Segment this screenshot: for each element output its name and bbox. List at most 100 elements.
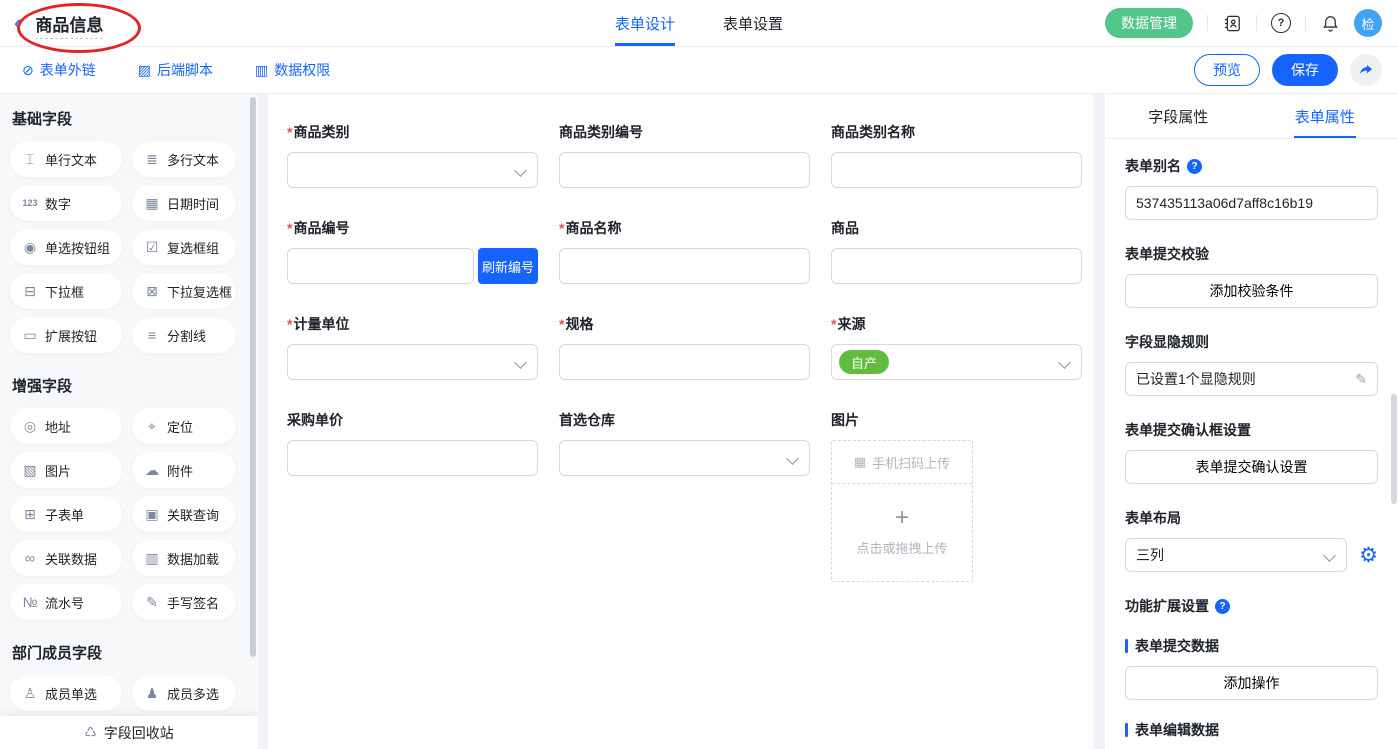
number-icon: 123 bbox=[22, 198, 38, 208]
field-label: 采购单价 bbox=[287, 410, 538, 430]
help-icon[interactable]: ? bbox=[1215, 599, 1230, 614]
address-icon: ◎ bbox=[22, 418, 38, 435]
section-title-basic: 基础字段 bbox=[12, 108, 246, 129]
warehouse-select[interactable] bbox=[559, 440, 810, 476]
source-tag[interactable]: 自产 bbox=[839, 350, 889, 374]
tab-form-properties[interactable]: 表单属性 bbox=[1252, 94, 1398, 138]
form-alias-label: 表单别名 ? bbox=[1125, 156, 1378, 176]
panel-scrollbar[interactable] bbox=[1391, 394, 1397, 504]
share-button[interactable] bbox=[1350, 54, 1382, 86]
data-load-icon: ▥ bbox=[144, 550, 160, 567]
field-recycle-bin[interactable]: ♺ 字段回收站 bbox=[0, 716, 258, 749]
form-canvas[interactable]: 商品类别 商品类别编号 商品类别名称 商品编号 刷新编号 商品名称 bbox=[268, 94, 1093, 749]
category-code-input[interactable] bbox=[559, 152, 810, 188]
sidebar-scrollbar[interactable] bbox=[250, 97, 256, 657]
user-avatar[interactable]: 检 bbox=[1354, 9, 1382, 37]
image-icon: ▧ bbox=[22, 462, 38, 479]
canvas-field-unit: 计量单位 bbox=[287, 314, 538, 380]
form-external-link[interactable]: ⊘ 表单外链 bbox=[22, 60, 96, 80]
form-title-wrap: 商品信息 bbox=[29, 9, 109, 38]
field-type-attachment[interactable]: ☁附件 bbox=[132, 452, 236, 488]
link-icon: ⊘ bbox=[22, 62, 34, 79]
attachment-icon: ☁ bbox=[144, 462, 160, 479]
preview-button[interactable]: 预览 bbox=[1194, 54, 1260, 86]
unit-select[interactable] bbox=[287, 344, 538, 380]
field-type-linked-data[interactable]: ∞关联数据 bbox=[10, 540, 122, 576]
header-tabs: 表单设计 表单设置 bbox=[615, 0, 783, 46]
field-type-single-line-text[interactable]: ⌶单行文本 bbox=[10, 141, 122, 177]
visibility-rule-box[interactable]: 已设置1个显隐规则 ✎ bbox=[1125, 362, 1378, 396]
multi-dropdown-icon: ⊠ bbox=[144, 283, 160, 300]
tab-form-settings[interactable]: 表单设置 bbox=[723, 0, 783, 46]
field-type-multi-line-text[interactable]: ≣多行文本 bbox=[132, 141, 236, 177]
scan-upload-button[interactable]: ▦ 手机扫码上传 bbox=[832, 441, 972, 484]
submit-data-label: 表单提交数据 bbox=[1125, 636, 1378, 656]
field-type-multi-dropdown[interactable]: ⊠下拉复选框 bbox=[132, 273, 236, 309]
back-icon[interactable]: ‹ bbox=[14, 12, 21, 34]
member-multi-icon: ♟ bbox=[144, 685, 160, 702]
canvas-field-purchase-price: 采购单价 bbox=[287, 410, 538, 582]
field-type-data-load[interactable]: ▥数据加载 bbox=[132, 540, 236, 576]
field-type-serial-number[interactable]: №流水号 bbox=[10, 584, 122, 620]
field-type-address[interactable]: ◎地址 bbox=[10, 408, 122, 444]
refresh-code-button[interactable]: 刷新编号 bbox=[478, 248, 538, 284]
tab-form-design[interactable]: 表单设计 bbox=[615, 0, 675, 46]
submit-confirm-button[interactable]: 表单提交确认设置 bbox=[1125, 450, 1378, 484]
drag-upload-button[interactable]: + 点击或拖拽上传 bbox=[832, 484, 972, 581]
add-check-condition-button[interactable]: 添加校验条件 bbox=[1125, 274, 1378, 308]
tab-field-properties[interactable]: 字段属性 bbox=[1105, 94, 1252, 138]
contacts-icon[interactable] bbox=[1222, 13, 1242, 33]
spec-input[interactable] bbox=[559, 344, 810, 380]
field-type-radio-group[interactable]: ◉单选按钮组 bbox=[10, 229, 122, 265]
edit-data-label: 表单编辑数据 bbox=[1125, 720, 1378, 740]
share-icon bbox=[1358, 62, 1374, 78]
field-type-subform[interactable]: ⊞子表单 bbox=[10, 496, 122, 532]
field-type-dropdown[interactable]: ⊟下拉框 bbox=[10, 273, 122, 309]
page-title[interactable]: 商品信息 bbox=[35, 16, 103, 39]
field-label: 商品名称 bbox=[559, 218, 810, 238]
product-input[interactable] bbox=[831, 248, 1082, 284]
help-icon[interactable]: ? bbox=[1271, 13, 1291, 33]
backend-script-link[interactable]: ▨ 后端脚本 bbox=[138, 60, 213, 80]
field-type-signature[interactable]: ✎手写签名 bbox=[132, 584, 236, 620]
submit-data-add-button[interactable]: 添加操作 bbox=[1125, 666, 1378, 700]
category-name-input[interactable] bbox=[831, 152, 1082, 188]
field-type-location[interactable]: ⌖定位 bbox=[132, 408, 236, 444]
data-permission-link[interactable]: ▥ 数据权限 bbox=[255, 60, 330, 80]
gear-icon[interactable]: ⚙ bbox=[1359, 545, 1378, 566]
field-label: 计量单位 bbox=[287, 314, 538, 334]
field-type-divider[interactable]: ≡分割线 bbox=[132, 317, 236, 353]
field-type-datetime[interactable]: ▦日期时间 bbox=[132, 185, 236, 221]
field-type-member-single[interactable]: ♙成员单选 bbox=[10, 675, 122, 711]
plus-icon: + bbox=[895, 508, 909, 528]
gutter bbox=[1093, 94, 1105, 749]
bell-icon[interactable] bbox=[1320, 13, 1340, 33]
canvas-field-spec: 规格 bbox=[559, 314, 810, 380]
field-type-linked-query[interactable]: ▣关联查询 bbox=[132, 496, 236, 532]
canvas-field-warehouse: 首选仓库 bbox=[559, 410, 810, 582]
save-button[interactable]: 保存 bbox=[1272, 54, 1338, 86]
field-type-extend-button[interactable]: ▭扩展按钮 bbox=[10, 317, 122, 353]
section-title-members: 部门成员字段 bbox=[12, 642, 246, 663]
help-icon[interactable]: ? bbox=[1187, 159, 1202, 174]
field-label: 首选仓库 bbox=[559, 410, 810, 430]
source-select[interactable]: 自产 bbox=[831, 344, 1082, 380]
product-name-input[interactable] bbox=[559, 248, 810, 284]
chevron-down-icon bbox=[514, 164, 527, 177]
data-manage-button[interactable]: 数据管理 bbox=[1105, 8, 1193, 38]
field-type-member-multi[interactable]: ♟成员多选 bbox=[132, 675, 236, 711]
dropdown-icon: ⊟ bbox=[22, 283, 38, 300]
product-code-input[interactable] bbox=[287, 248, 474, 284]
form-alias-input[interactable]: 537435113a06d7aff8c16b19 bbox=[1125, 186, 1378, 220]
field-type-number[interactable]: 123数字 bbox=[10, 185, 122, 221]
gutter bbox=[258, 94, 268, 749]
field-label: 商品 bbox=[831, 218, 1082, 238]
form-layout-select[interactable]: 三列 bbox=[1125, 538, 1347, 572]
product-category-select[interactable] bbox=[287, 152, 538, 188]
multi-line-text-icon: ≣ bbox=[144, 151, 160, 168]
field-type-image[interactable]: ▧图片 bbox=[10, 452, 122, 488]
purchase-price-input[interactable] bbox=[287, 440, 538, 476]
field-type-checkbox-group[interactable]: ☑复选框组 bbox=[132, 229, 236, 265]
edit-icon[interactable]: ✎ bbox=[1355, 371, 1367, 388]
submit-check-label: 表单提交校验 bbox=[1125, 244, 1378, 264]
